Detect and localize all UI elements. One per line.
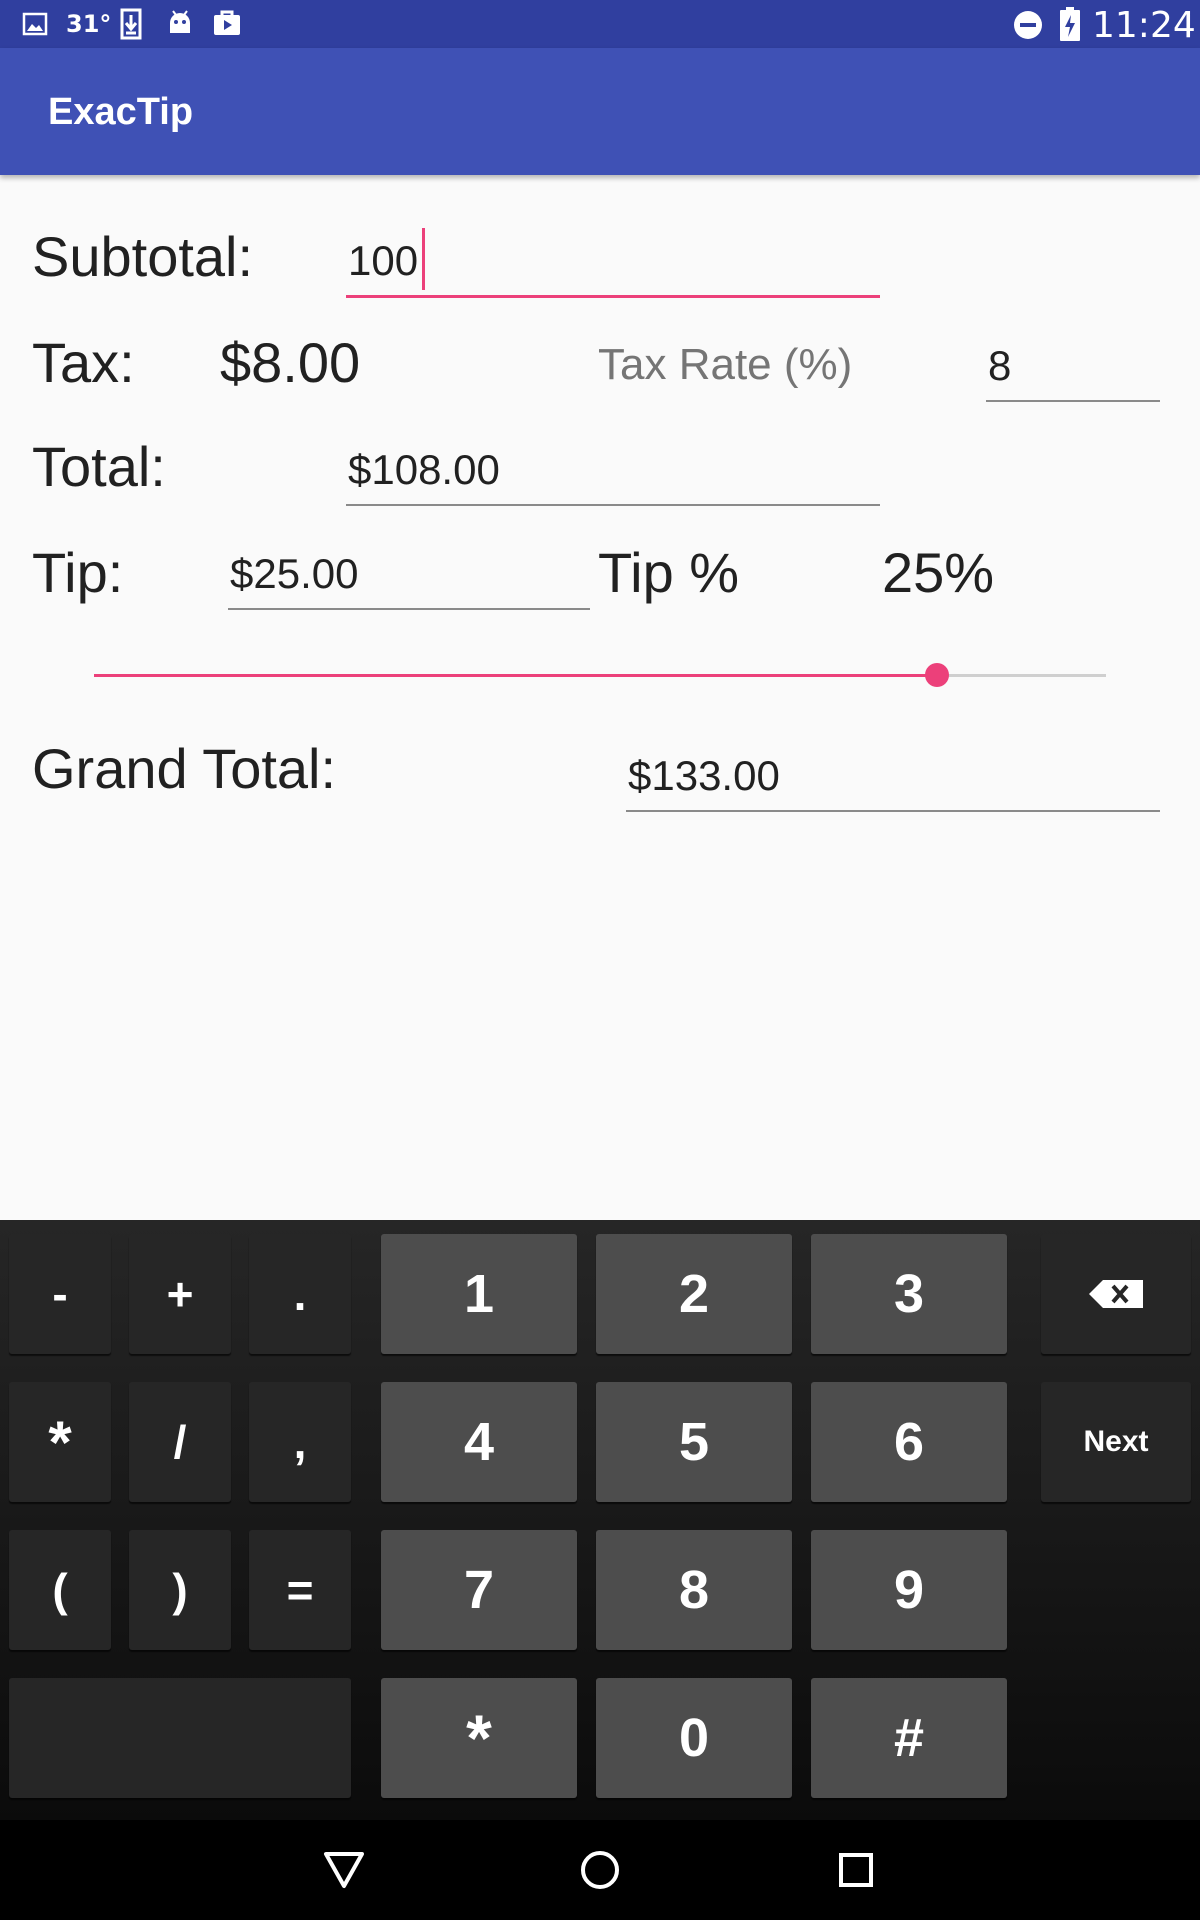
- tax-rate-input[interactable]: 8: [986, 326, 1160, 402]
- key-label: (: [52, 1564, 68, 1616]
- navigation-bar: [0, 1820, 1200, 1920]
- slider-thumb[interactable]: [925, 663, 949, 687]
- total-label: Total:: [32, 435, 166, 498]
- key-label: 9: [893, 1560, 925, 1620]
- tip-percent-slider[interactable]: [94, 650, 1106, 700]
- download-icon: [120, 8, 142, 40]
- next-key-label: Next: [1083, 1425, 1149, 1458]
- key-8[interactable]: 8: [596, 1530, 792, 1650]
- tax-value: $8.00: [220, 331, 361, 394]
- space-key[interactable]: [9, 1678, 351, 1798]
- home-icon[interactable]: [572, 1842, 628, 1898]
- key-label: *: [48, 1408, 72, 1476]
- key-label: 2: [678, 1264, 710, 1324]
- tax-label: Tax:: [32, 331, 135, 394]
- key-minus[interactable]: -: [9, 1234, 111, 1354]
- key-label: =: [286, 1564, 314, 1616]
- key-1[interactable]: 1: [381, 1234, 577, 1354]
- numeric-keyboard: - + . 1 2 3 * / , 4 5 6 Next ( ) = 7 8 9…: [0, 1220, 1200, 1820]
- subtotal-value: 100: [348, 237, 419, 284]
- status-bar: 31° 11:24: [0, 0, 1200, 48]
- key-period[interactable]: .: [249, 1234, 351, 1354]
- key-label: #: [893, 1708, 925, 1768]
- key-comma[interactable]: ,: [249, 1382, 351, 1502]
- backspace-key[interactable]: [1041, 1234, 1191, 1354]
- key-label: -: [52, 1268, 68, 1320]
- key-label: /: [173, 1416, 187, 1468]
- grand-total-value: $133.00: [628, 752, 780, 799]
- key-label: ,: [293, 1416, 307, 1468]
- gallery-notification-icon: [22, 12, 48, 36]
- key-5[interactable]: 5: [596, 1382, 792, 1502]
- key-4[interactable]: 4: [381, 1382, 577, 1502]
- key-label: 1: [463, 1264, 495, 1324]
- key-open-paren[interactable]: (: [9, 1530, 111, 1650]
- key-label: +: [166, 1268, 194, 1320]
- backspace-icon: [1089, 1280, 1143, 1308]
- tip-label: Tip:: [32, 541, 124, 604]
- key-equals[interactable]: =: [249, 1530, 351, 1650]
- key-7[interactable]: 7: [381, 1530, 577, 1650]
- key-close-paren[interactable]: ): [129, 1530, 231, 1650]
- do-not-disturb-icon: [1014, 11, 1042, 39]
- tip-value: $25.00: [230, 550, 359, 597]
- total-value: $108.00: [348, 446, 500, 493]
- key-plus[interactable]: +: [129, 1234, 231, 1354]
- key-label: 3: [893, 1264, 925, 1324]
- key-label: ): [172, 1564, 188, 1616]
- key-label: .: [293, 1268, 307, 1320]
- tip-percent-label: Tip %: [598, 541, 740, 604]
- grand-total-field[interactable]: $133.00: [626, 732, 1160, 812]
- key-label: 5: [678, 1412, 710, 1472]
- key-label: 4: [463, 1412, 495, 1472]
- tax-rate-value: 8: [988, 342, 1012, 389]
- tip-percent-value: 25%: [882, 541, 995, 604]
- subtotal-label: Subtotal:: [32, 225, 254, 288]
- tax-rate-label: Tax Rate (%): [598, 340, 853, 389]
- clock-text: 11:24: [1092, 5, 1196, 46]
- text-cursor: [422, 228, 425, 290]
- key-slash[interactable]: /: [129, 1382, 231, 1502]
- battery-charging-icon: [1060, 7, 1080, 41]
- key-hash[interactable]: #: [811, 1678, 1007, 1798]
- slider-track-fill: [94, 674, 937, 677]
- recents-icon[interactable]: [828, 1842, 884, 1898]
- key-asterisk[interactable]: *: [9, 1382, 111, 1502]
- temperature-text: 31°: [66, 10, 112, 38]
- app-bar: ExacTip: [0, 48, 1200, 175]
- key-6[interactable]: 6: [811, 1382, 1007, 1502]
- key-label: 8: [678, 1560, 710, 1620]
- key-3[interactable]: 3: [811, 1234, 1007, 1354]
- key-label: 0: [678, 1708, 710, 1768]
- play-store-icon: [214, 10, 240, 35]
- key-label: 7: [463, 1560, 495, 1620]
- grand-total-label: Grand Total:: [32, 737, 337, 800]
- key-0[interactable]: 0: [596, 1678, 792, 1798]
- back-icon[interactable]: [316, 1842, 372, 1898]
- subtotal-input[interactable]: 100: [346, 220, 880, 298]
- tip-input[interactable]: $25.00: [228, 534, 590, 610]
- key-9[interactable]: 9: [811, 1530, 1007, 1650]
- key-label: *: [466, 1701, 492, 1775]
- key-star[interactable]: *: [381, 1678, 577, 1798]
- next-key[interactable]: Next: [1041, 1382, 1191, 1502]
- android-icon: [170, 10, 190, 33]
- app-title: ExacTip: [48, 91, 194, 133]
- key-2[interactable]: 2: [596, 1234, 792, 1354]
- key-label: 6: [893, 1412, 925, 1472]
- total-field[interactable]: $108.00: [346, 430, 880, 506]
